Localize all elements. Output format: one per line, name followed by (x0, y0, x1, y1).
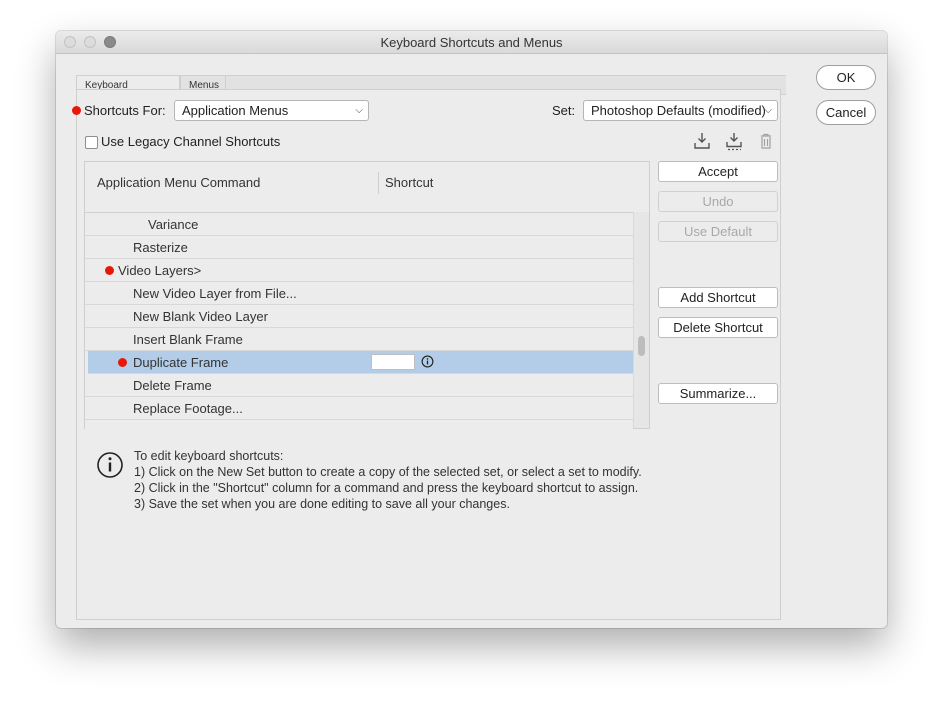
delete-shortcut-button[interactable]: Delete Shortcut (658, 317, 778, 338)
set-label: Set: (552, 103, 576, 118)
shortcuts-for-select[interactable]: Application Menus ⌵ (174, 100, 369, 121)
table-row[interactable]: New Blank Video Layer (85, 305, 633, 328)
row-command: Replace Footage... (133, 401, 243, 416)
row-command: Duplicate Frame (133, 355, 229, 370)
set-value: Photoshop Defaults (modified) (591, 103, 766, 118)
accept-button[interactable]: Accept (658, 161, 778, 182)
undo-button[interactable]: Undo (658, 191, 778, 212)
shortcuts-table: Application Menu Command Shortcut Varian… (84, 161, 650, 429)
save-set-icon[interactable] (692, 131, 712, 151)
table-header: Application Menu Command Shortcut (85, 162, 649, 210)
table-body[interactable]: Variance Rasterize Video Layers> New Vid… (85, 212, 633, 429)
shortcut-input[interactable] (371, 354, 415, 370)
marker-dot (105, 266, 114, 275)
row-command: Video Layers> (118, 263, 202, 278)
table-row[interactable]: Rasterize (85, 236, 633, 259)
marker-dot (118, 358, 127, 367)
help-line: To edit keyboard shortcuts: (134, 449, 284, 463)
title-bar[interactable]: Keyboard Shortcuts and Menus (56, 31, 887, 54)
marker-dot (72, 106, 81, 115)
info-icon[interactable] (421, 355, 434, 368)
info-icon (97, 452, 123, 478)
row-command: Delete Frame (133, 378, 212, 393)
table-row[interactable]: Replace Footage... (85, 397, 633, 420)
column-header-shortcut: Shortcut (385, 175, 434, 190)
row-command: Rasterize (133, 240, 188, 255)
table-row[interactable]: Variance (85, 213, 633, 236)
help-line: 3) Save the set when you are done editin… (134, 497, 510, 511)
shortcuts-for-value: Application Menus (182, 103, 289, 118)
dialog-window: Keyboard Shortcuts and Menus Keyboard Sh… (56, 31, 887, 628)
legacy-channel-label: Use Legacy Channel Shortcuts (101, 134, 281, 149)
table-row[interactable]: Insert Blank Frame (85, 328, 633, 351)
table-scrollbar[interactable] (633, 212, 649, 428)
legacy-channel-checkbox[interactable] (85, 136, 98, 149)
add-shortcut-button[interactable]: Add Shortcut (658, 287, 778, 308)
chevron-down-icon: ⌵ (764, 105, 772, 116)
row-command: New Blank Video Layer (133, 309, 268, 324)
scrollbar-thumb[interactable] (638, 336, 645, 356)
chevron-down-icon: ⌵ (355, 105, 363, 116)
row-command: New Video Layer from File... (133, 286, 297, 301)
table-row-selected[interactable]: Duplicate Frame (88, 351, 633, 374)
row-command: Insert Blank Frame (133, 332, 243, 347)
set-select[interactable]: Photoshop Defaults (modified) ⌵ (583, 100, 778, 121)
help-line: 2) Click in the "Shortcut" column for a … (134, 481, 639, 495)
ok-button[interactable]: OK (816, 65, 876, 90)
table-row[interactable]: New Video Layer from File... (85, 282, 633, 305)
table-row[interactable]: Video Layers> (85, 259, 633, 282)
row-command: Variance (148, 217, 199, 232)
window-title: Keyboard Shortcuts and Menus (380, 35, 563, 50)
help-line: 1) Click on the New Set button to create… (134, 465, 642, 479)
trash-icon[interactable] (756, 131, 776, 151)
save-copy-set-icon[interactable] (724, 131, 744, 151)
cancel-button[interactable]: Cancel (816, 100, 876, 125)
use-default-button[interactable]: Use Default (658, 221, 778, 242)
column-header-command: Application Menu Command (97, 175, 261, 190)
shortcuts-for-label: Shortcuts For: (84, 103, 166, 118)
summarize-button[interactable]: Summarize... (658, 383, 778, 404)
column-divider (378, 172, 379, 194)
table-row[interactable]: Delete Frame (85, 374, 633, 397)
